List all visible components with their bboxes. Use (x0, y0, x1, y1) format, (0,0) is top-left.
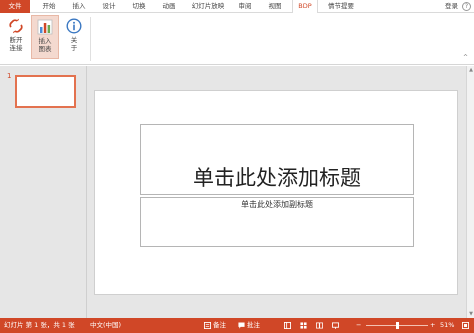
tab-home[interactable]: 开始 (36, 0, 62, 13)
tab-insert[interactable]: 插入 (66, 0, 92, 13)
tab-slideshow[interactable]: 幻灯片放映 (186, 0, 230, 13)
status-bar: 幻灯片 第 1 张，共 1 张 中文(中国) 备注 批注 − + 51% (0, 318, 474, 333)
title-placeholder[interactable]: 单击此处添加标题 (140, 124, 414, 195)
tab-transitions[interactable]: 切换 (126, 0, 152, 13)
slide-canvas[interactable]: 单击此处添加标题 单击此处添加副标题 (94, 90, 458, 295)
ribbon-divider (90, 17, 91, 61)
language-indicator[interactable]: 中文(中国) (90, 318, 121, 333)
zoom-in-button[interactable]: + (430, 318, 435, 333)
insert-chart-label-line1: 插入 (38, 37, 52, 45)
tab-review[interactable]: 审阅 (232, 0, 258, 13)
fit-slide-icon[interactable] (462, 322, 469, 329)
bar-chart-icon (37, 19, 53, 35)
disconnect-label-line2: 连接 (9, 44, 23, 52)
tab-file[interactable]: 文件 (0, 0, 30, 13)
title-placeholder-text: 单击此处添加标题 (193, 166, 361, 190)
normal-view-icon[interactable] (284, 322, 291, 329)
insert-chart-button[interactable]: 插入 图表 (31, 15, 59, 59)
notes-icon[interactable] (204, 322, 211, 329)
slide-thumbnail-pane: 1 (0, 66, 87, 318)
tab-storyboard[interactable]: 情节提要 (322, 0, 360, 13)
disconnect-button[interactable]: 断开 连接 (2, 15, 30, 59)
info-icon (66, 18, 82, 34)
tab-bdp[interactable]: BDP (292, 0, 318, 14)
zoom-slider-thumb[interactable] (396, 322, 399, 329)
ribbon: 断开 连接 插入 图表 关 于 ^ (0, 13, 474, 65)
tab-design[interactable]: 设计 (96, 0, 122, 13)
help-icon[interactable]: ? (462, 2, 471, 11)
comments-button[interactable]: 批注 (247, 318, 260, 333)
zoom-out-button[interactable]: − (356, 318, 361, 333)
workspace: 1 单击此处添加标题 单击此处添加副标题 ▲ ▼ (0, 66, 474, 318)
slide-thumbnail[interactable] (15, 75, 76, 108)
slide-sorter-icon[interactable] (300, 322, 307, 329)
slide-count-info: 幻灯片 第 1 张，共 1 张 (4, 321, 75, 329)
comments-icon[interactable] (238, 322, 245, 329)
about-label-line2: 于 (70, 44, 78, 52)
login-link[interactable]: 登录 (445, 0, 458, 13)
disconnect-label-line1: 断开 (9, 36, 23, 44)
vertical-scrollbar[interactable]: ▲ ▼ (466, 66, 474, 318)
zoom-level[interactable]: 51% (440, 318, 454, 333)
insert-chart-label-line2: 图表 (38, 45, 52, 53)
tab-view[interactable]: 视图 (262, 0, 288, 13)
slide-editing-area: 单击此处添加标题 单击此处添加副标题 ▲ ▼ (88, 66, 474, 318)
notes-button[interactable]: 备注 (213, 318, 226, 333)
subtitle-placeholder[interactable]: 单击此处添加副标题 (140, 197, 414, 247)
ribbon-tab-bar: 文件 开始 插入 设计 切换 动画 幻灯片放映 审阅 视图 BDP 情节提要 登… (0, 0, 474, 14)
about-button[interactable]: 关 于 (60, 15, 88, 59)
slideshow-icon[interactable] (332, 322, 339, 329)
scroll-up-icon[interactable]: ▲ (467, 66, 474, 74)
slide-thumbnail-number: 1 (7, 72, 12, 80)
reading-view-icon[interactable] (316, 322, 323, 329)
disconnect-icon (9, 18, 23, 34)
tab-animations[interactable]: 动画 (156, 0, 182, 13)
about-label-line1: 关 (70, 36, 78, 44)
collapse-ribbon-icon[interactable]: ^ (463, 54, 468, 61)
subtitle-placeholder-text: 单击此处添加副标题 (241, 200, 313, 209)
scroll-down-icon[interactable]: ▼ (467, 310, 474, 318)
